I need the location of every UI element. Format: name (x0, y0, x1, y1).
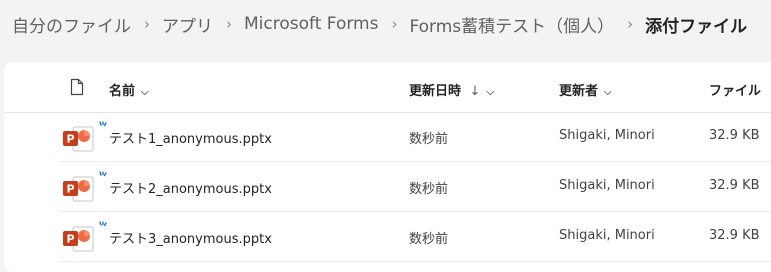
file-name-link[interactable]: テスト3_anonymous.pptx (109, 228, 272, 247)
new-item-sparkle-icon (99, 221, 107, 227)
file-name-link[interactable]: テスト1_anonymous.pptx (109, 128, 272, 147)
table-row[interactable]: P テスト3_anonymous.pptx 数秒前 Shigaki, Minor… (60, 212, 771, 262)
powerpoint-icon: P (63, 176, 94, 202)
breadcrumb-chevron-icon: › (226, 15, 232, 33)
file-list-header: 名前 ⌵ 更新日時 ↓ ⌵ 更新者 ⌵ ファイル (4, 62, 771, 113)
svg-text:P: P (66, 133, 74, 146)
breadcrumb-item-forms-folder[interactable]: Forms蓄積テスト（個人） (409, 12, 614, 37)
chevron-down-icon: ⌵ (141, 87, 149, 98)
document-icon[interactable] (70, 78, 84, 96)
powerpoint-icon: P (63, 126, 94, 152)
modified-by-cell[interactable]: Shigaki, Minori (559, 228, 655, 243)
chevron-down-icon: ⌵ (604, 87, 612, 98)
breadcrumb: 自分のファイル › アプリ › Microsoft Forms › Forms蓄… (0, 0, 771, 48)
column-header-name[interactable]: 名前 ⌵ (109, 80, 149, 99)
modified-cell: 数秒前 (409, 132, 449, 147)
modified-by-cell[interactable]: Shigaki, Minori (559, 128, 655, 143)
chevron-down-icon: ⌵ (486, 87, 495, 98)
modified-by-cell[interactable]: Shigaki, Minori (559, 178, 655, 193)
modified-cell: 数秒前 (409, 182, 449, 197)
column-header-modified[interactable]: 更新日時 ↓ ⌵ (409, 80, 494, 99)
powerpoint-icon: P (63, 226, 94, 252)
new-item-sparkle-icon (99, 121, 107, 127)
breadcrumb-item-my-files[interactable]: 自分のファイル (12, 12, 131, 37)
breadcrumb-chevron-icon: › (391, 15, 398, 33)
svg-text:P: P (66, 183, 74, 196)
file-size-cell: 32.9 KB (709, 228, 760, 243)
breadcrumb-chevron-icon: › (144, 15, 150, 33)
table-row[interactable]: P テスト2_anonymous.pptx 数秒前 Shigaki, Minor… (60, 162, 771, 212)
sort-descending-icon: ↓ (469, 84, 481, 99)
file-size-cell: 32.9 KB (709, 128, 760, 143)
column-header-modified-label: 更新日時 (409, 84, 462, 99)
table-row[interactable]: P テスト1_anonymous.pptx 数秒前 Shigaki, Minor… (60, 112, 771, 162)
breadcrumb-chevron-icon: › (627, 15, 634, 33)
breadcrumb-item-apps[interactable]: アプリ (162, 12, 213, 37)
modified-cell: 数秒前 (409, 232, 449, 247)
column-header-modified-by-label: 更新者 (559, 84, 599, 99)
breadcrumb-current-folder: 添付ファイル (645, 16, 748, 37)
svg-text:P: P (66, 233, 74, 246)
column-header-size-label: ファイル (709, 84, 762, 99)
column-header-modified-by[interactable]: 更新者 ⌵ (559, 80, 612, 99)
column-header-name-label: 名前 (109, 84, 136, 99)
breadcrumb-item-microsoft-forms[interactable]: Microsoft Forms (244, 14, 378, 34)
file-name-link[interactable]: テスト2_anonymous.pptx (109, 178, 272, 197)
new-item-sparkle-icon (99, 171, 107, 177)
file-size-cell: 32.9 KB (709, 178, 760, 193)
column-header-size[interactable]: ファイル (709, 80, 761, 99)
file-list: 名前 ⌵ 更新日時 ↓ ⌵ 更新者 ⌵ ファイル P テスト1_anonymous.p… (4, 62, 771, 272)
